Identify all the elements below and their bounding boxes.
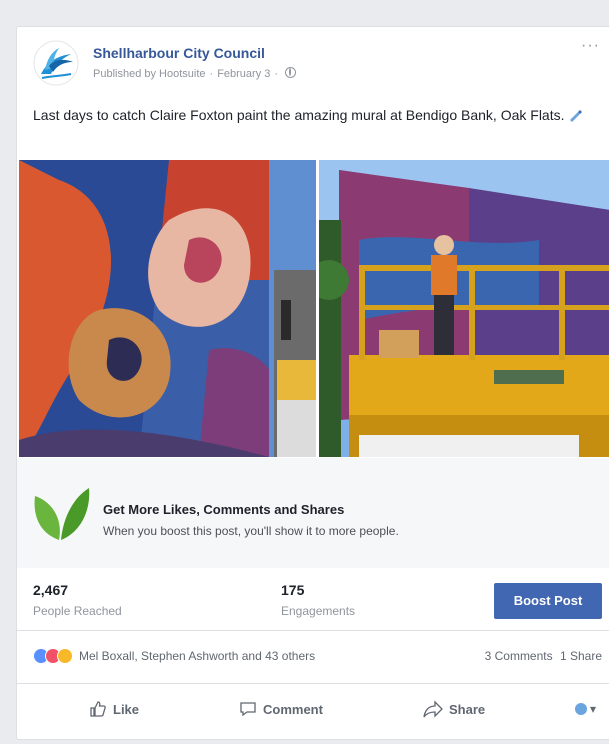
share-arrow-icon (423, 700, 443, 718)
post-as-selector[interactable]: ▾ (574, 702, 596, 716)
post-meta: Published by Hootsuite · February 3 · (93, 67, 297, 80)
post-card: Shellharbour City Council Published by H… (16, 26, 609, 740)
page-name-link[interactable]: Shellharbour City Council (93, 45, 265, 61)
post-text: Last days to catch Claire Foxton paint t… (33, 105, 603, 125)
share-button[interactable]: Share (423, 700, 485, 718)
reactions-bar: Mel Boxall, Stephen Ashworth and 43 othe… (17, 631, 609, 684)
post-stats: 2,467 People Reached 175 Engagements Boo… (17, 568, 609, 631)
comment-icon (240, 702, 256, 717)
chevron-down-icon: ▾ (589, 702, 596, 716)
post-date[interactable]: February 3 (217, 68, 270, 80)
thumbs-up-icon (90, 701, 106, 717)
boost-post-button[interactable]: Boost Post (494, 583, 602, 619)
comment-share-counts: 3 Comments 1 Share (481, 649, 602, 663)
published-by-label[interactable]: Published by Hootsuite (93, 68, 206, 80)
people-reached-value: 2,467 (33, 582, 69, 598)
promo-subtitle: When you boost this post, you'll show it… (103, 524, 399, 538)
post-text-content: Last days to catch Claire Foxton paint t… (33, 107, 565, 123)
mural-closeup-photo[interactable] (19, 160, 316, 457)
council-logo-icon[interactable] (33, 40, 79, 86)
engagements-value: 175 (281, 582, 305, 598)
green-leaf-icon (34, 488, 90, 540)
post-images (17, 160, 609, 457)
public-globe-icon (285, 67, 297, 78)
like-button[interactable]: Like (89, 700, 139, 718)
promo-title: Get More Likes, Comments and Shares (103, 502, 345, 517)
wow-reaction-icon[interactable] (57, 648, 73, 664)
boost-promo: Get More Likes, Comments and Shares When… (17, 458, 609, 568)
paintbrush-emoji-icon (570, 110, 583, 122)
like-label: Like (113, 702, 140, 717)
comment-button[interactable]: Comment (239, 700, 323, 718)
comments-count-link[interactable]: 3 Comments (485, 649, 553, 663)
share-label: Share (449, 702, 486, 717)
post-header: Shellharbour City Council Published by H… (17, 27, 609, 97)
profile-avatar-icon (574, 703, 587, 715)
more-options-button[interactable]: ··· (581, 37, 600, 55)
artist-on-scissor-lift-photo[interactable] (319, 160, 609, 457)
people-reached-label: People Reached (33, 604, 122, 618)
post-actions: Like Comment Share ▾ (17, 684, 609, 739)
engagements-label: Engagements (281, 604, 356, 618)
reaction-names-link[interactable]: Mel Boxall, Stephen Ashworth and 43 othe… (79, 649, 315, 663)
shares-count-link[interactable]: 1 Share (560, 649, 602, 663)
comment-label: Comment (263, 702, 323, 717)
